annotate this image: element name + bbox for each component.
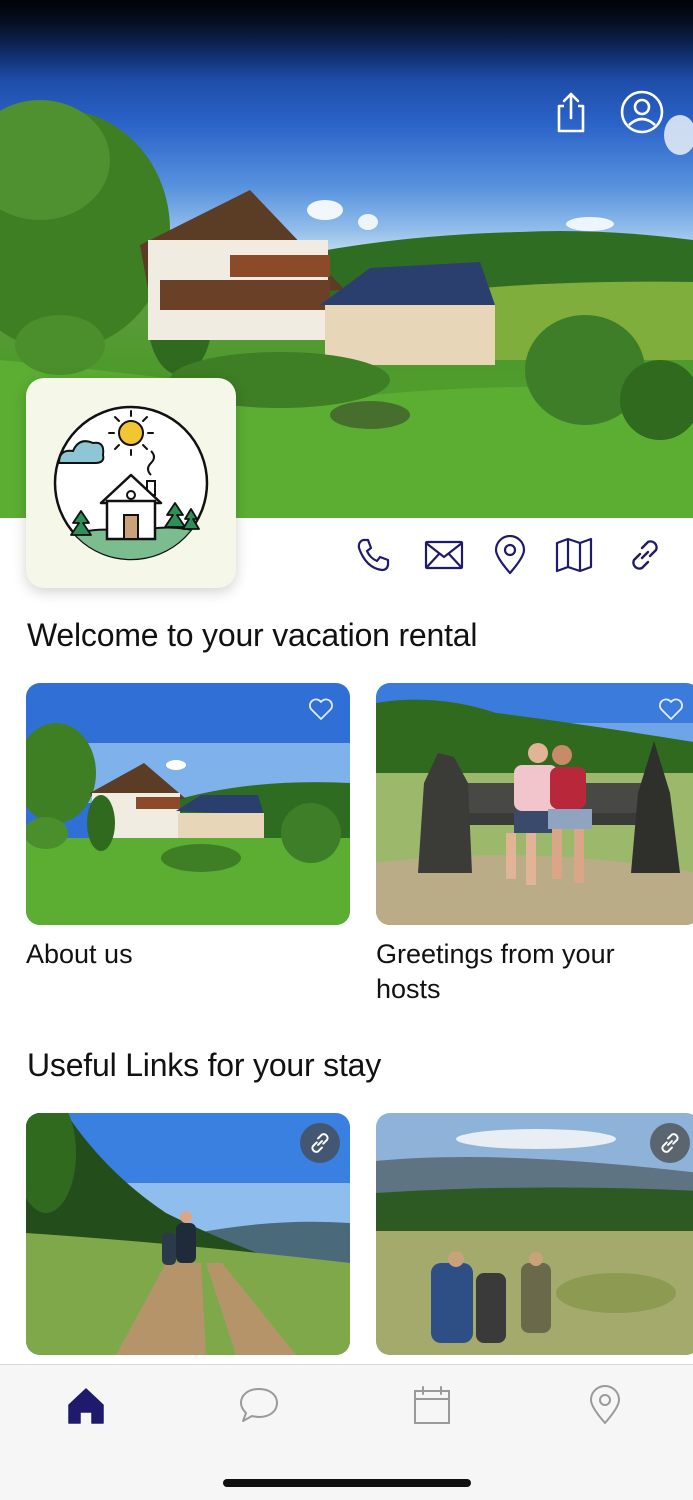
heart-icon [309, 698, 333, 720]
tab-messages[interactable] [229, 1375, 289, 1435]
profile-icon [620, 90, 664, 134]
location-pin-icon [590, 1385, 620, 1424]
card-title: About us [26, 939, 133, 969]
greetings-image [376, 683, 693, 925]
favorite-button[interactable] [656, 695, 686, 723]
status-bar [0, 0, 693, 80]
welcome-section-title: Welcome to your vacation rental [27, 617, 478, 653]
tab-location[interactable] [575, 1375, 635, 1435]
contact-actions [350, 532, 680, 578]
greetings-card[interactable]: Greetings from your hosts [376, 683, 693, 1007]
link-card-image [376, 1113, 693, 1355]
links-section-title: Useful Links for your stay [27, 1047, 382, 1083]
email-button[interactable] [421, 532, 467, 578]
link-card[interactable] [376, 1113, 693, 1355]
location-pin-icon [494, 535, 526, 575]
map-button[interactable] [551, 532, 597, 578]
external-link-badge [650, 1123, 690, 1163]
about-us-image [26, 683, 350, 925]
mail-icon [424, 540, 464, 570]
chat-icon [240, 1388, 278, 1422]
favorite-button[interactable] [306, 695, 336, 723]
website-link-button[interactable] [622, 532, 668, 578]
card-title: Greetings from your hosts [376, 939, 615, 1004]
link-card[interactable] [26, 1113, 350, 1355]
profile-button[interactable] [618, 88, 666, 136]
link-icon [661, 1133, 679, 1153]
heart-icon [659, 698, 683, 720]
house-logo-icon [53, 405, 209, 561]
link-icon [632, 540, 658, 570]
map-icon [555, 537, 593, 573]
calendar-icon [414, 1386, 450, 1424]
link-card-image [26, 1113, 350, 1355]
about-us-card[interactable]: About us [26, 683, 350, 972]
home-indicator [223, 1479, 471, 1487]
location-button[interactable] [487, 532, 533, 578]
link-icon [311, 1133, 329, 1153]
share-button[interactable] [547, 88, 595, 136]
tab-calendar[interactable] [402, 1375, 462, 1435]
tab-home[interactable] [56, 1375, 116, 1435]
call-button[interactable] [350, 532, 396, 578]
share-icon [557, 92, 585, 133]
external-link-badge [300, 1123, 340, 1163]
phone-icon [357, 538, 390, 572]
property-logo [26, 378, 236, 588]
home-icon [68, 1388, 104, 1424]
